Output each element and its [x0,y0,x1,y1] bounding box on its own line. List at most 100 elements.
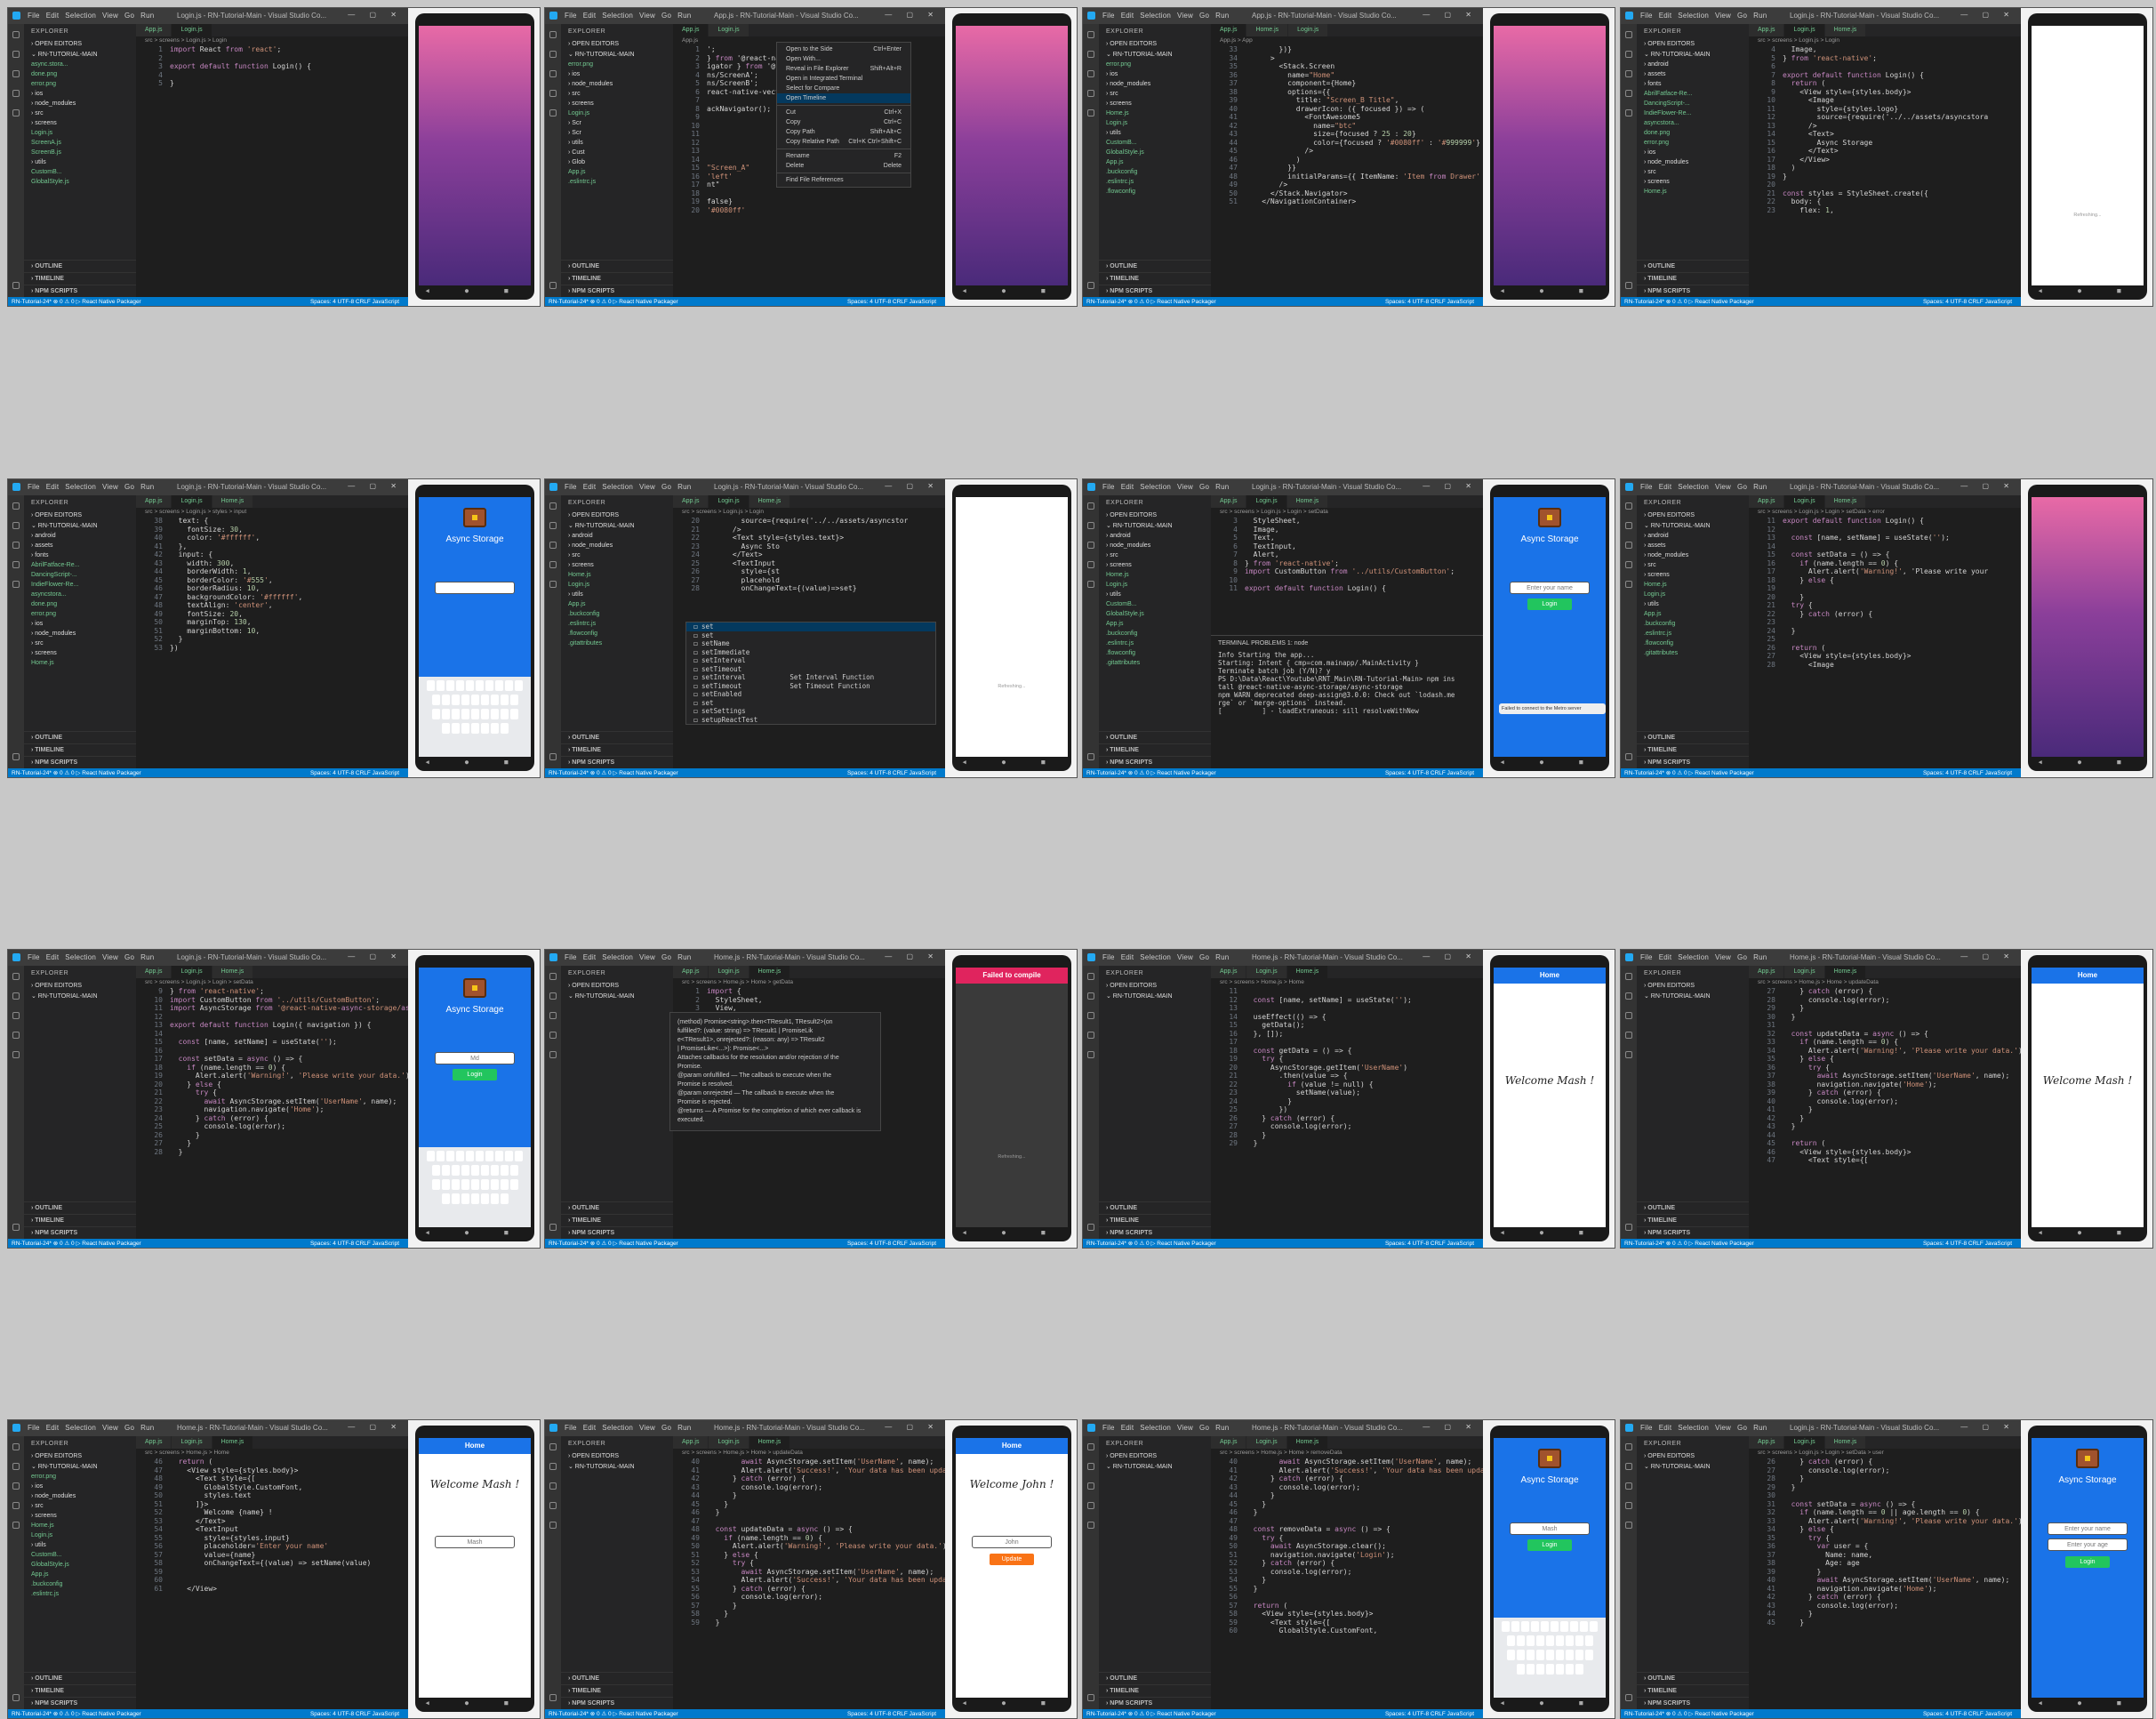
status-left[interactable]: RN-Tutorial-24* ⊗ 0 ⚠ 0 ▷ React Native P… [12,297,141,306]
editor-tab[interactable]: App.js [1211,966,1247,978]
file-tree-item[interactable]: .flowconfig [1099,187,1211,197]
editor-tab[interactable]: Home.js [1824,495,1867,508]
file-tree-item[interactable]: › node_modules [561,541,673,550]
menu-item-go[interactable]: Go [661,1424,671,1432]
menu-item-go[interactable]: Go [1737,483,1747,491]
breadcrumb[interactable]: src > screens > Login.js > styles > inpu… [136,508,408,517]
editor-tab[interactable]: Login.js [1246,966,1287,978]
editor-tab[interactable]: Home.js [749,966,791,978]
npm-scripts-section[interactable]: › NPM SCRIPTS [1099,1226,1211,1239]
key[interactable] [480,1179,489,1190]
editor-tab[interactable]: Home.js [1246,24,1289,36]
file-tree-item[interactable]: › screens [1637,570,1749,580]
key[interactable] [470,1193,479,1204]
key[interactable] [431,1179,440,1190]
project-root[interactable]: ⌄ RN-TUTORIAL-MAIN [1099,991,1211,1001]
file-tree-item[interactable]: asyncstora... [24,590,136,599]
file-tree-item[interactable]: .buckconfig [1099,167,1211,177]
file-tree-item[interactable]: › Cust [561,148,673,157]
explorer-icon[interactable] [1087,1443,1094,1450]
source-control-icon[interactable] [549,70,557,77]
npm-scripts-section[interactable]: › NPM SCRIPTS [1637,285,1749,297]
key[interactable] [1526,1664,1535,1675]
project-root[interactable]: ⌄ RN-TUTORIAL-MAIN [24,991,136,1001]
suggestion-item[interactable]: ◻ setSettings [686,707,935,716]
key[interactable] [505,680,513,691]
run-debug-icon[interactable] [549,561,557,568]
editor-tab[interactable]: Home.js [1824,1436,1867,1449]
file-tree-item[interactable]: CustomB... [1099,599,1211,609]
key[interactable] [476,680,484,691]
menu-item-run[interactable]: Run [677,1424,691,1432]
extensions-icon[interactable] [12,1051,20,1058]
menu-item-selection[interactable]: Selection [602,1424,633,1432]
status-right[interactable]: Spaces: 4 UTF-8 CRLF JavaScript [847,1239,936,1248]
source-control-icon[interactable] [1087,1482,1094,1490]
explorer-icon[interactable] [549,973,557,980]
source-control-icon[interactable] [549,542,557,549]
file-tree-item[interactable]: › utils [1099,128,1211,138]
file-tree-item[interactable]: › android [1099,531,1211,541]
editor-tab[interactable]: App.js [673,24,709,36]
menu-item-edit[interactable]: Edit [583,483,597,491]
menu-item-run[interactable]: Run [1215,953,1229,961]
editor-tab[interactable]: Login.js [172,966,212,978]
settings-gear-icon[interactable] [549,282,557,289]
key[interactable] [1535,1664,1544,1675]
context-menu-item[interactable]: Copy Relative Path Ctrl+K Ctrl+Shift+C [777,137,910,147]
key[interactable] [1506,1650,1515,1660]
file-tree-item[interactable]: › screens [561,560,673,570]
key[interactable] [446,680,454,691]
timeline-section[interactable]: › TIMELINE [1099,272,1211,285]
key[interactable] [470,695,479,705]
key[interactable] [505,1151,513,1161]
window-controls[interactable]: — ▢ ✕ [1960,11,2016,19]
key[interactable] [451,1165,460,1176]
context-menu-item[interactable]: Reveal in File Explorer Shift+Alt+R [777,64,910,74]
menu-item-go[interactable]: Go [124,1424,134,1432]
timeline-section[interactable]: › TIMELINE [1099,1214,1211,1226]
breadcrumb[interactable]: src > screens > Home.js > Home > removeD… [1211,1449,1483,1458]
menu-item-view[interactable]: View [1715,483,1731,491]
search-icon[interactable] [12,992,20,1000]
project-root[interactable]: ⌄ RN-TUTORIAL-MAIN [561,991,673,1001]
menu-item-file[interactable]: File [1102,12,1115,20]
breadcrumb[interactable]: src > screens > Home.js > Home [136,1449,408,1458]
file-tree-item[interactable]: › Scr [561,128,673,138]
phone-screen[interactable] [1494,26,1606,285]
editor-tab[interactable]: Login.js [709,495,749,508]
key[interactable] [1584,1635,1593,1646]
key[interactable] [1575,1635,1583,1646]
key[interactable] [485,680,493,691]
settings-gear-icon[interactable] [1625,753,1632,760]
key[interactable] [441,709,450,719]
outline-section[interactable]: › OUTLINE [1637,1201,1749,1214]
open-editors-section[interactable]: › OPEN EDITORS [1099,510,1211,520]
menu-item-run[interactable]: Run [1753,1424,1767,1432]
editor-tab[interactable]: App.js [673,1436,709,1449]
suggestion-item[interactable]: ◻ setInterval Set Interval Function [686,673,935,682]
key[interactable] [515,1151,523,1161]
key[interactable] [461,1165,469,1176]
android-nav-bar[interactable]: ◀ ● ■ [415,1229,534,1238]
menu-item-file[interactable]: File [28,1424,40,1432]
android-nav-bar[interactable]: ◀ ● ■ [415,1699,534,1708]
file-tree-item[interactable]: Home.js [24,658,136,668]
code-editor[interactable]: App.js Login.js Home.js src > screens > Log… [1749,1436,2023,1709]
file-tree-item[interactable]: CustomB... [24,1550,136,1560]
search-icon[interactable] [1087,51,1094,58]
key[interactable] [1516,1635,1525,1646]
suggestion-item[interactable]: ◻ set [686,623,935,631]
editor-tab[interactable]: Login.js [1784,1436,1825,1449]
file-tree-item[interactable]: async.stora... [24,60,136,69]
on-screen-keyboard[interactable] [419,677,531,757]
key[interactable] [1565,1650,1574,1660]
run-debug-icon[interactable] [12,1032,20,1039]
extensions-icon[interactable] [549,109,557,116]
key[interactable] [490,1179,499,1190]
menu-item-go[interactable]: Go [1737,12,1747,20]
editor-tab[interactable]: App.js [1749,24,1785,36]
project-root[interactable]: ⌄ RN-TUTORIAL-MAIN [1099,520,1211,531]
key[interactable] [441,695,450,705]
search-icon[interactable] [1625,51,1632,58]
